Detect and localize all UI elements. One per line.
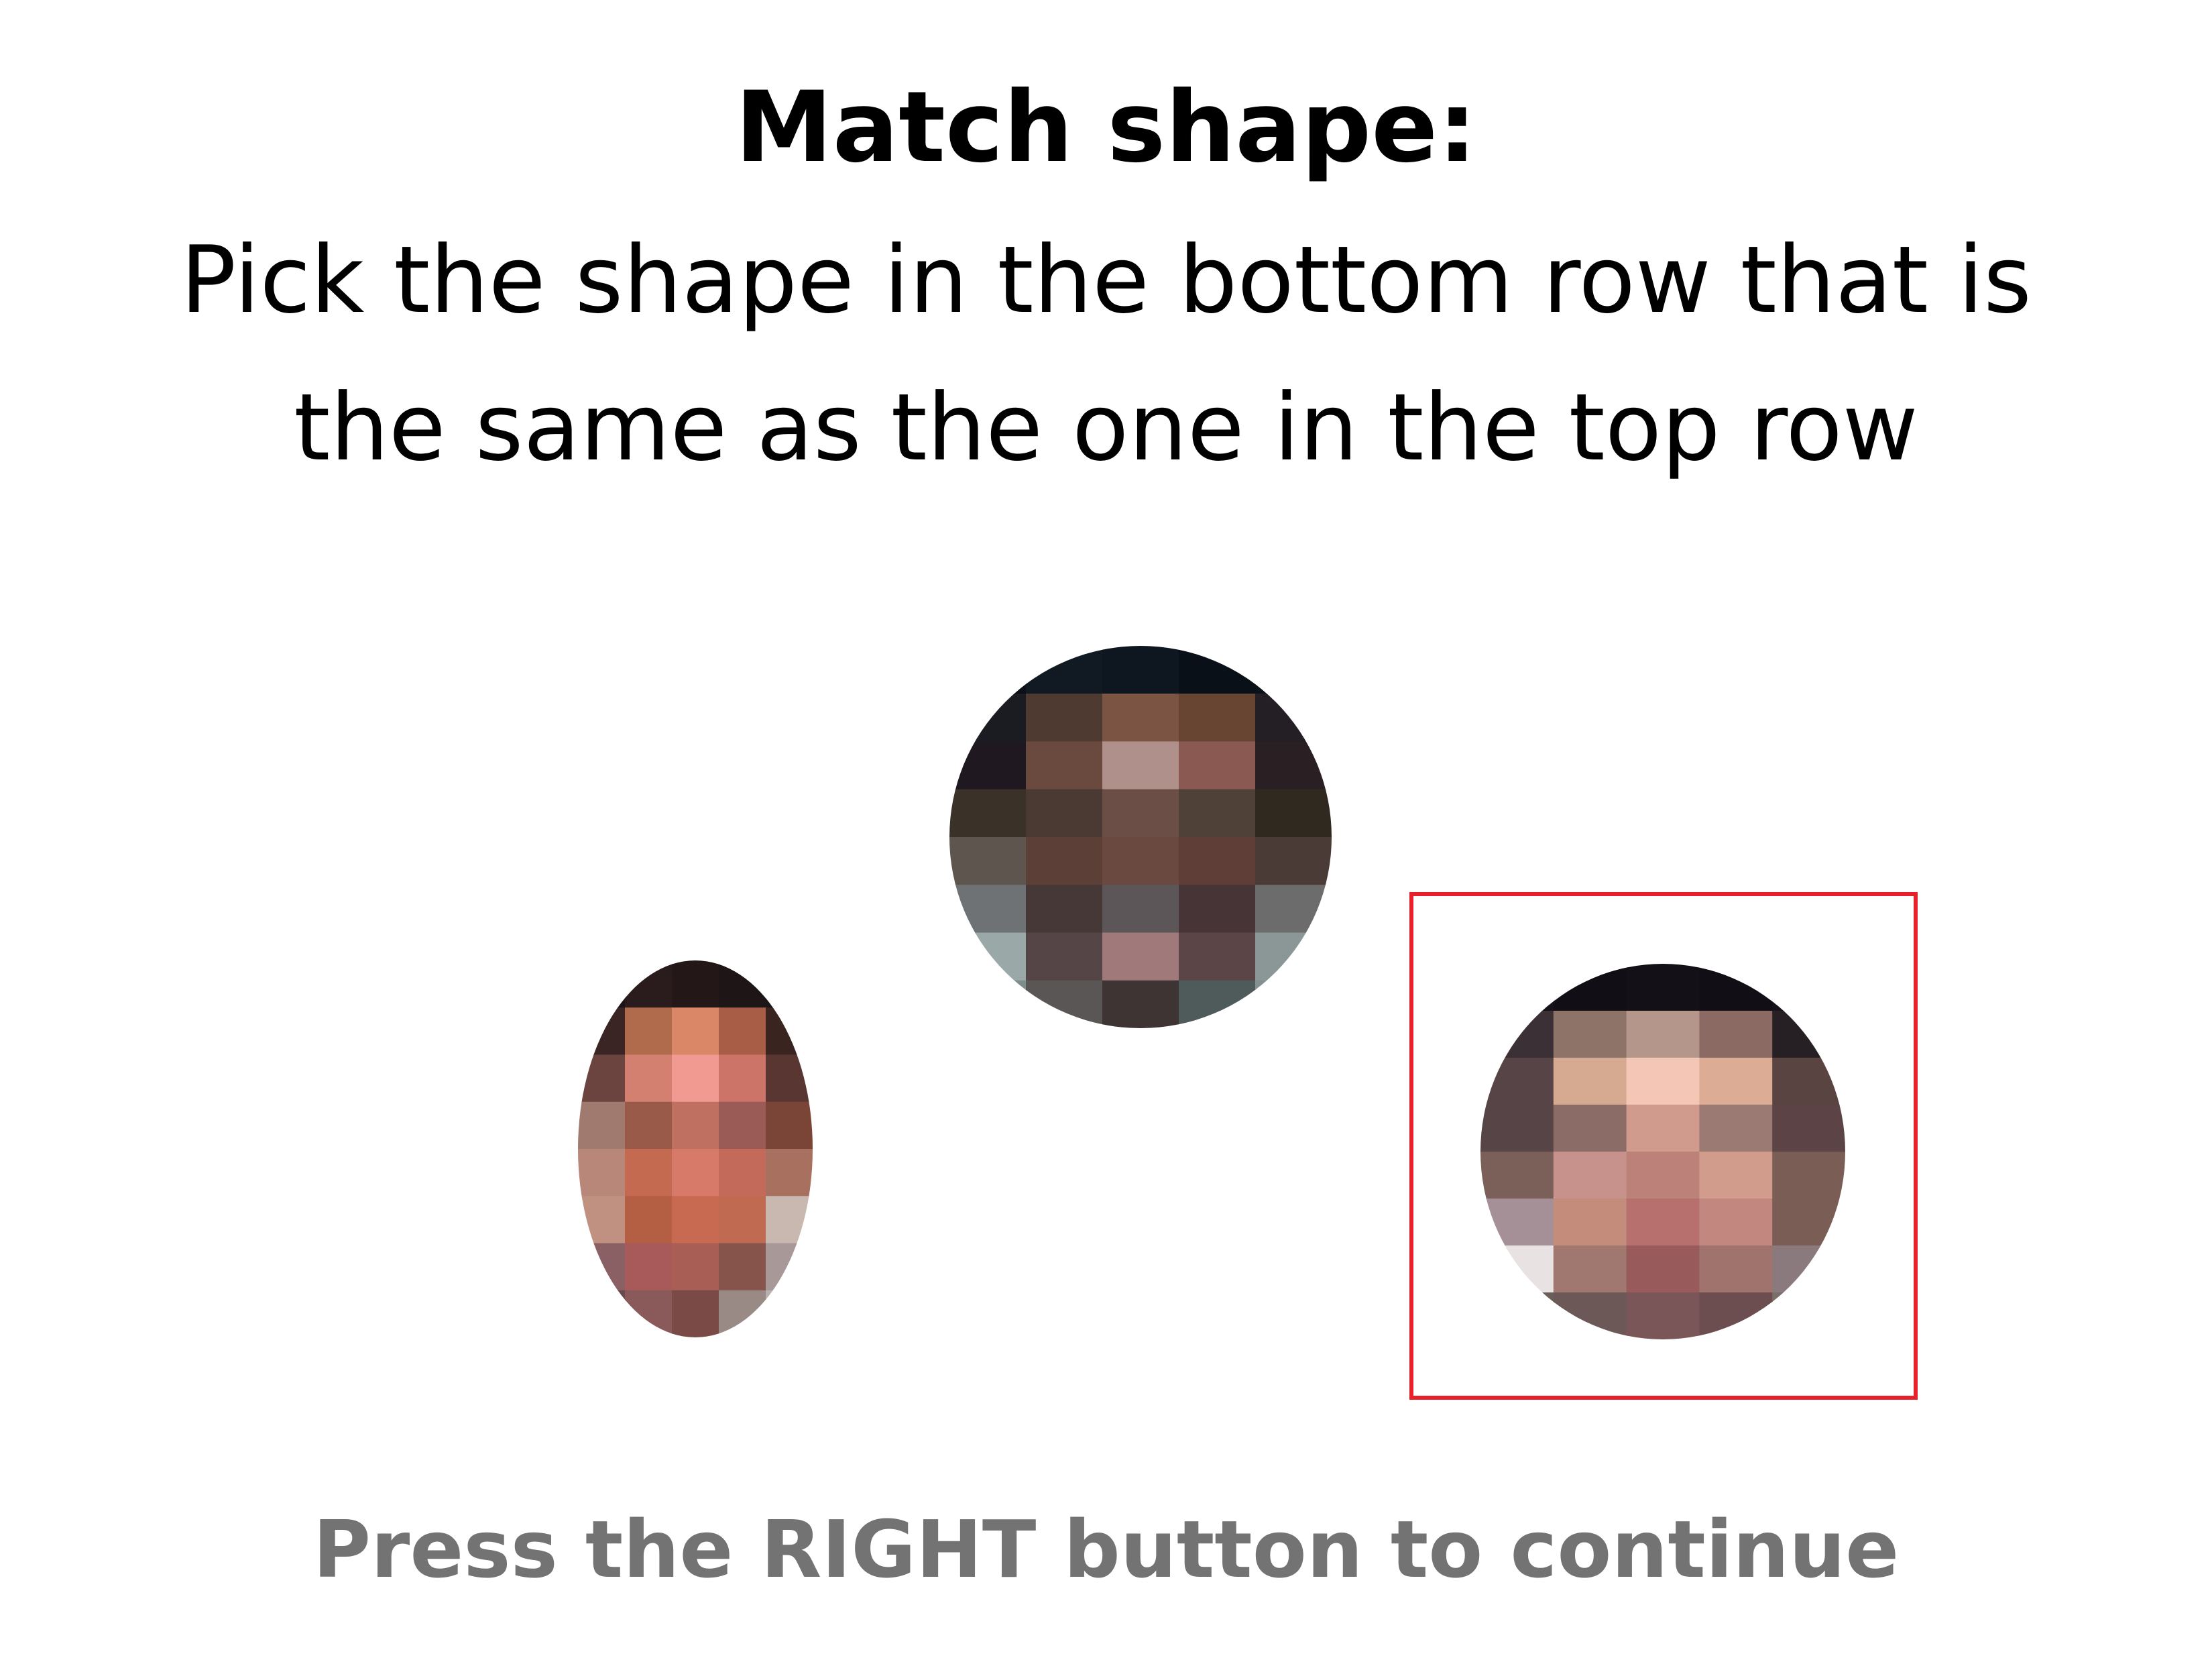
mosaic-cell	[578, 1243, 626, 1292]
mosaic-cell	[1255, 646, 1332, 695]
mosaic-cell	[1255, 980, 1332, 1028]
mosaic-cell	[949, 980, 1028, 1028]
mosaic-cell	[949, 646, 1028, 695]
mosaic-cell	[949, 789, 1028, 838]
mosaic-cell	[578, 960, 626, 1009]
mosaic-cell	[1102, 646, 1181, 695]
mosaic-cell	[1102, 932, 1181, 982]
mosaic-cell	[1026, 646, 1104, 695]
mosaic-cell	[1255, 741, 1332, 791]
mosaic-cell	[1026, 837, 1104, 886]
mosaic-cell	[1255, 837, 1332, 886]
mosaic-cell	[672, 1054, 720, 1103]
mosaic-cell	[625, 1007, 673, 1056]
mosaic-cell	[625, 960, 673, 1009]
mosaic-cell	[625, 1054, 673, 1103]
mosaic-cell	[1102, 837, 1181, 886]
mosaic-cell	[578, 1196, 626, 1244]
mosaic-cell	[1026, 741, 1104, 791]
mosaic-cell	[578, 1007, 626, 1056]
instruction-line-2: the same as the one in the top row	[294, 374, 1918, 482]
mosaic-cell	[1026, 694, 1104, 742]
mosaic-cell	[1255, 932, 1332, 982]
mosaic-cell	[1179, 789, 1257, 838]
mosaic-cell	[1179, 694, 1257, 742]
mosaic-cell	[766, 960, 813, 1009]
mosaic-cell	[949, 694, 1028, 742]
mosaic-cell	[719, 1243, 767, 1292]
mosaic-cell	[1102, 885, 1181, 934]
task-title: Match shape:	[735, 70, 1477, 184]
mosaic-cell	[1179, 837, 1257, 886]
mosaic-cell	[766, 1196, 813, 1244]
mosaic-cell	[719, 1054, 767, 1103]
mosaic-cell	[1026, 980, 1104, 1028]
mosaic-cell	[672, 1149, 720, 1197]
mosaic-cell	[625, 1101, 673, 1150]
mosaic-cell	[1255, 789, 1332, 838]
mosaic-cell	[578, 1149, 626, 1197]
mosaic-cell	[766, 1243, 813, 1292]
mosaic-cell	[1179, 741, 1257, 791]
mosaic-cell	[719, 1290, 767, 1337]
mosaic-cell	[1255, 885, 1332, 934]
mosaic-cell	[1102, 789, 1181, 838]
mosaic-cell	[719, 1149, 767, 1197]
mosaic-cell	[766, 1149, 813, 1197]
mosaic-cell	[719, 1196, 767, 1244]
option-face-ellipse[interactable]	[578, 960, 813, 1337]
mosaic-cell	[949, 932, 1028, 982]
continue-prompt: Press the RIGHT button to continue	[312, 1503, 1900, 1596]
mosaic-cell	[672, 1101, 720, 1150]
mosaic-cell	[625, 1243, 673, 1292]
mosaic-cell	[1102, 980, 1181, 1028]
mosaic-cell	[1026, 932, 1104, 982]
mosaic-cell	[766, 1054, 813, 1103]
mosaic-cell	[1102, 694, 1181, 742]
target-face-circle	[949, 646, 1332, 1028]
mosaic-cell	[1179, 885, 1257, 934]
mosaic-cell	[625, 1149, 673, 1197]
mosaic-cell	[1026, 789, 1104, 838]
mosaic-cell	[1179, 646, 1257, 695]
mosaic-cell	[672, 960, 720, 1009]
mosaic-cell	[949, 885, 1028, 934]
mosaic-cell	[578, 1054, 626, 1103]
mosaic-cell	[672, 1007, 720, 1056]
mosaic-cell	[766, 1101, 813, 1150]
option-left-face-mosaic	[578, 960, 813, 1337]
mosaic-cell	[625, 1196, 673, 1244]
mosaic-cell	[949, 741, 1028, 791]
instruction-line-1: Pick the shape in the bottom row that is	[180, 226, 2032, 334]
mosaic-cell	[1179, 932, 1257, 982]
mosaic-cell	[1179, 980, 1257, 1028]
mosaic-cell	[1255, 694, 1332, 742]
mosaic-cell	[719, 1101, 767, 1150]
mosaic-cell	[625, 1290, 673, 1337]
mosaic-cell	[672, 1290, 720, 1337]
mosaic-cell	[719, 1007, 767, 1056]
mosaic-cell	[1026, 885, 1104, 934]
mosaic-cell	[1102, 741, 1181, 791]
mosaic-cell	[766, 1007, 813, 1056]
mosaic-cell	[672, 1196, 720, 1244]
mosaic-cell	[672, 1243, 720, 1292]
mosaic-cell	[949, 837, 1028, 886]
mosaic-cell	[578, 1290, 626, 1337]
selection-outline	[1409, 892, 1918, 1400]
mosaic-cell	[719, 960, 767, 1009]
mosaic-cell	[578, 1101, 626, 1150]
target-face-mosaic	[949, 646, 1332, 1028]
mosaic-cell	[766, 1290, 813, 1337]
